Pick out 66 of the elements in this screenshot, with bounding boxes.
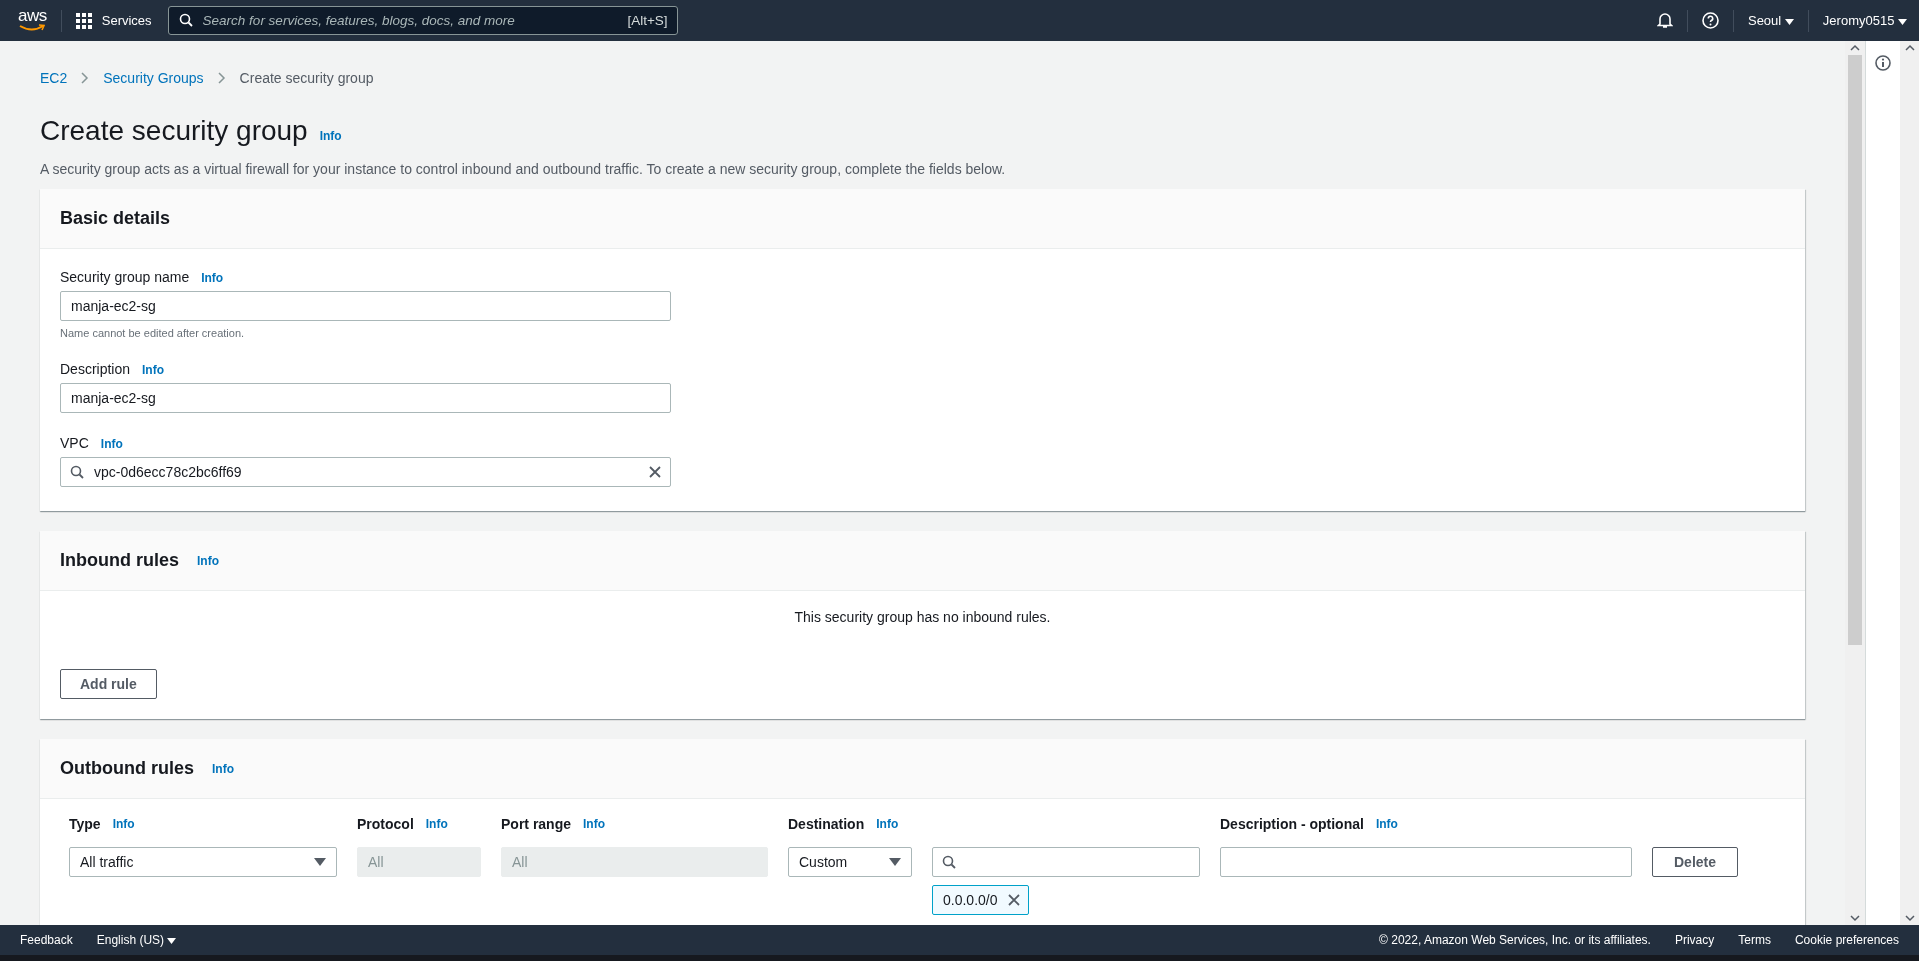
- field-label: Description: [60, 361, 131, 377]
- field-label: Security group name: [60, 269, 190, 285]
- search-icon: [178, 13, 193, 27]
- column-header: Description - optional: [1220, 816, 1364, 832]
- vpc-search-field[interactable]: vpc-0d6ecc78c2bc6ff69: [60, 457, 671, 487]
- help-icon[interactable]: [1701, 12, 1719, 29]
- search-icon: [942, 855, 956, 869]
- aws-logo[interactable]: aws: [18, 9, 47, 32]
- info-link[interactable]: Info: [142, 363, 165, 377]
- clear-icon[interactable]: [649, 466, 661, 478]
- feedback-link[interactable]: Feedback: [20, 933, 73, 947]
- grid-icon: [75, 12, 92, 29]
- info-link[interactable]: Info: [112, 817, 135, 831]
- caret-down-icon: [167, 938, 177, 944]
- token-label: 0.0.0.0/0: [943, 892, 998, 908]
- destination-select[interactable]: Custom: [788, 847, 912, 877]
- language-menu[interactable]: English (US): [96, 933, 177, 947]
- page-title: Create security group: [40, 114, 308, 148]
- info-link[interactable]: Info: [583, 817, 605, 831]
- text-input-field[interactable]: manja-ec2-sg: [60, 383, 671, 413]
- info-link[interactable]: Info: [201, 271, 224, 285]
- remove-icon[interactable]: [1007, 894, 1020, 906]
- empty-message: This security group has no inbound rules.: [794, 609, 1051, 625]
- section-title: Inbound rules: [60, 550, 179, 571]
- text-input-field[interactable]: manja-ec2-sg: [60, 291, 671, 321]
- field-label: VPC: [60, 435, 89, 451]
- shortcut-hint: [Alt+S]: [627, 13, 668, 28]
- services-menu-button[interactable]: Services: [75, 12, 152, 29]
- breadcrumb-link[interactable]: Security Groups: [103, 70, 204, 86]
- search-icon: [70, 465, 84, 479]
- footer-link[interactable]: Terms: [1738, 933, 1771, 947]
- section-title: Outbound rules: [60, 758, 194, 779]
- cidr-search-field[interactable]: [932, 847, 1200, 877]
- copyright-text: © 2022, Amazon Web Services, Inc. or its affiliates.: [1379, 933, 1651, 947]
- description-input-field[interactable]: [1220, 847, 1632, 877]
- info-link[interactable]: Info: [876, 817, 899, 831]
- caret-down-icon: [314, 858, 326, 866]
- current-page-label: Create security group: [239, 70, 374, 86]
- info-link[interactable]: Info: [319, 129, 342, 143]
- info-icon[interactable]: [1875, 55, 1891, 71]
- chevron-right-icon: [81, 72, 90, 84]
- type-select[interactable]: All traffic: [69, 847, 337, 877]
- chevron-right-icon: [217, 72, 226, 84]
- field-hint: Name cannot be edited after creation.: [60, 327, 246, 339]
- breadcrumb-link[interactable]: EC2: [40, 70, 68, 86]
- account-menu[interactable]: Jeromy0515: [1822, 13, 1907, 28]
- section-title: Basic details: [60, 208, 171, 229]
- footer-link[interactable]: Cookie preferences: [1794, 933, 1899, 947]
- add-rule-button[interactable]: Add rule: [60, 669, 157, 699]
- notifications-bell-icon[interactable]: [1656, 12, 1673, 29]
- info-link[interactable]: Info: [1375, 817, 1398, 831]
- info-link[interactable]: Info: [425, 817, 448, 831]
- column-header: Port range: [501, 816, 571, 832]
- caret-down-icon: [1898, 19, 1907, 25]
- info-link[interactable]: Info: [100, 437, 123, 451]
- footer-link[interactable]: Privacy: [1674, 933, 1715, 947]
- page-description: A security group acts as a virtual firewall for your instance to control inbound and outbound traffic. To create a new security group, complete the fields below.: [40, 161, 1007, 177]
- column-header: Protocol: [357, 816, 414, 832]
- column-header: Destination: [788, 816, 865, 832]
- region-menu[interactable]: Seoul: [1747, 13, 1794, 28]
- column-header: Type: [69, 816, 101, 832]
- delete-button[interactable]: Delete: [1652, 847, 1738, 877]
- info-link[interactable]: Info: [212, 761, 234, 776]
- info-link[interactable]: Info: [197, 553, 219, 568]
- caret-down-icon: [889, 858, 901, 866]
- caret-down-icon: [1784, 19, 1794, 25]
